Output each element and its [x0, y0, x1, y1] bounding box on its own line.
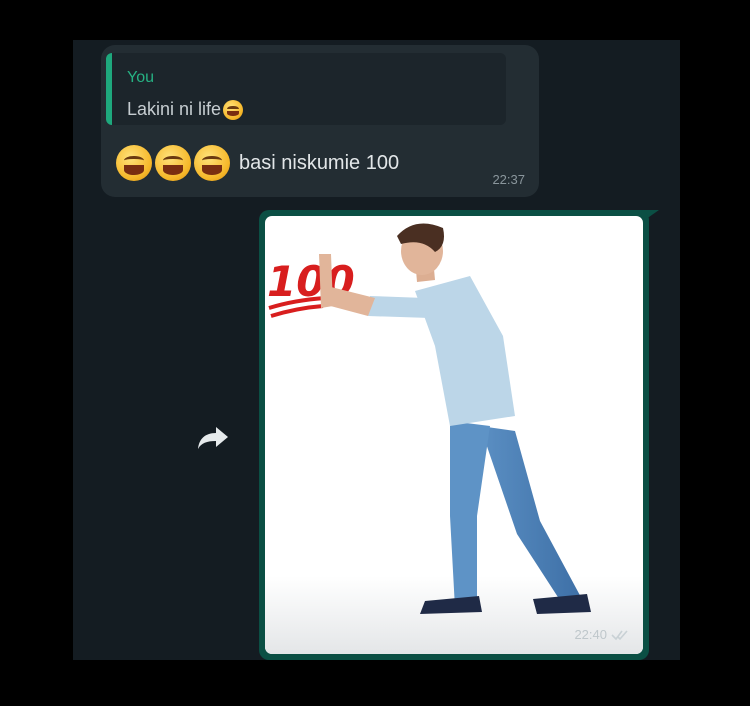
message-text: basi niskumie 100 [239, 151, 400, 174]
quoted-reply[interactable]: You Lakini ni life [106, 53, 506, 125]
message-content: basi niskumie 100 [116, 145, 399, 181]
incoming-message-bubble[interactable]: You Lakini ni life basi niskumie 100 22:… [101, 45, 539, 197]
double-check-icon [611, 629, 628, 640]
joy-emoji-icon [116, 145, 152, 181]
joy-emoji-icon [155, 145, 191, 181]
quoted-author: You [127, 69, 154, 86]
image-timestamp: 22:40 [574, 627, 607, 642]
message-timestamp: 22:37 [492, 172, 525, 187]
image-timestamp-row: 22:40 [574, 627, 629, 642]
image-message[interactable]: 100 22:40 [265, 216, 643, 654]
man-figure [319, 223, 591, 614]
photo-man-pushing: 100 [265, 223, 643, 654]
joy-emoji-icon [194, 145, 230, 181]
forward-arrow-icon [198, 427, 228, 449]
chat-view: You Lakini ni life basi niskumie 100 22:… [73, 40, 680, 660]
joy-emoji-icon [223, 99, 244, 120]
quoted-text: Lakini ni life [127, 99, 222, 119]
forward-button[interactable] [193, 418, 233, 458]
quote-bar [106, 53, 112, 125]
outgoing-image-bubble[interactable]: 100 22:40 [259, 210, 649, 660]
quoted-text-row: Lakini ni life [127, 99, 244, 120]
